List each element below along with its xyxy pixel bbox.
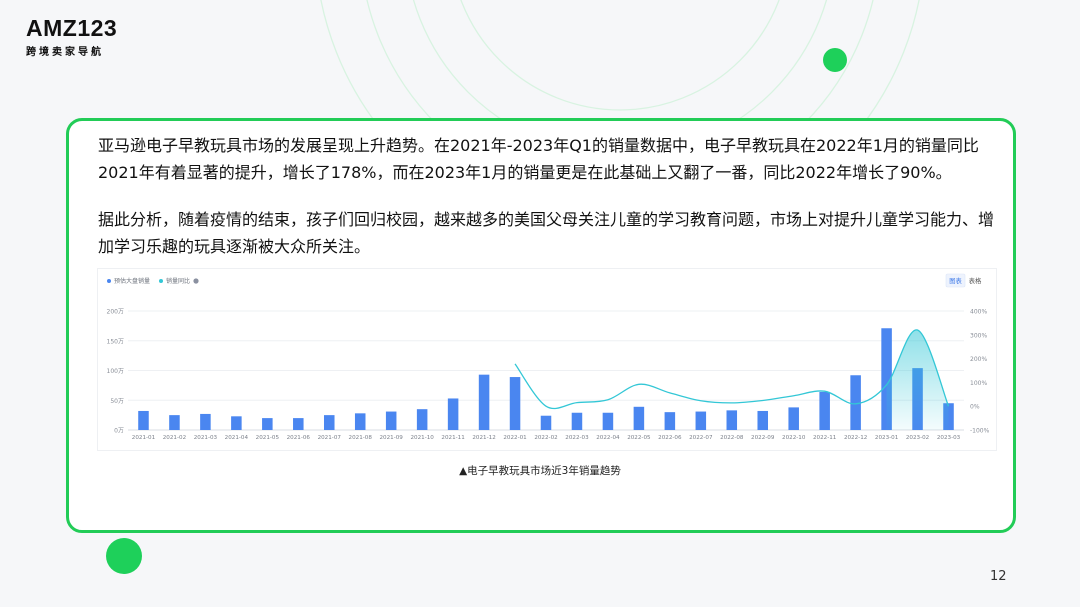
sales-trend-chart-panel: 0万 50万 100万 150万 200万 -100% 0% 100% 200% 300% 400%…	[97, 268, 997, 451]
y-right-tick-label: 400%	[970, 309, 987, 316]
bar	[757, 410, 769, 430]
y-right-tick-label: 100%	[970, 380, 987, 387]
chart-caption: ▲电子早教玩具市场近3年销量趋势	[459, 465, 621, 477]
x-tick-label: 2022-12	[844, 435, 867, 441]
x-tick-label: 2021-05	[256, 435, 280, 441]
x-tick-label: 2022-08	[720, 435, 744, 441]
x-tick-label: 2021-06	[287, 435, 311, 441]
x-tick-label: 2021-02	[163, 435, 186, 441]
info-icon	[193, 278, 199, 284]
y-left-tick-label: 100万	[107, 368, 124, 375]
brand-mark: AMZ123	[26, 15, 118, 41]
slide: AMZ123 跨境卖家导航 亚马逊电子早教玩具市场的发展呈现上升趋势。在2021…	[0, 0, 1080, 607]
bar	[447, 398, 459, 430]
bar	[231, 416, 242, 430]
x-tick-label: 2022-04	[596, 435, 620, 441]
x-tick-label: 2022-11	[813, 435, 837, 441]
legend-marker-line	[159, 279, 163, 283]
brand-logo: AMZ123 跨境卖家导航	[26, 16, 117, 58]
x-tick-label: 2022-10	[782, 435, 806, 441]
bar	[664, 412, 676, 430]
yoy-peak-area	[886, 329, 949, 430]
bar	[354, 413, 366, 430]
x-tick-label: 2021-09	[379, 435, 403, 441]
bar	[633, 406, 645, 430]
bar	[138, 410, 149, 430]
x-tick-label: 2022-05	[627, 435, 651, 441]
toggle-table: 表格	[969, 276, 982, 285]
bar	[478, 374, 490, 430]
bar	[169, 415, 180, 430]
y-right-tick-label: -100%	[970, 428, 990, 435]
legend-marker-bar	[107, 279, 111, 283]
bar	[200, 413, 211, 430]
y-left-tick-label: 150万	[107, 338, 124, 345]
legend-label: 销量同比	[166, 277, 190, 285]
y-right-tick-label: 0%	[970, 404, 980, 411]
x-tick-label: 2022-02	[534, 435, 557, 441]
bar	[509, 377, 521, 430]
x-tick-label: 2021-04	[225, 435, 249, 441]
y-right-tick-label: 200%	[970, 356, 987, 363]
x-tick-label: 2023-02	[906, 435, 929, 441]
brand-tagline: 跨境卖家导航	[26, 47, 104, 58]
x-tick-label: 2022-09	[751, 435, 775, 441]
bar	[293, 418, 304, 430]
bar	[819, 391, 830, 430]
sales-trend-chart: 0万 50万 100万 150万 200万 -100% 0% 100% 200% 300% 400%…	[107, 273, 990, 441]
x-tick-label: 2023-01	[875, 435, 899, 441]
bar	[540, 415, 552, 430]
y-left-tick-label: 0万	[114, 428, 124, 435]
paragraph-trend: 亚马逊电子早教玩具市场的发展呈现上升趋势。在2021年-2023年Q1的销量数据…	[98, 136, 979, 182]
y-left-tick-label: 200万	[107, 309, 124, 316]
x-tick-label: 2022-07	[689, 435, 713, 441]
x-tick-label: 2023-03	[937, 435, 961, 441]
paragraph-analysis: 据此分析，随着疫情的结束，孩子们回归校园，越来越多的美国父母关注儿童的学习教育问…	[98, 210, 995, 256]
decor-dot-bottom	[106, 538, 142, 574]
bar	[788, 407, 799, 430]
x-tick-label: 2021-11	[441, 435, 465, 441]
y-right-tick-label: 300%	[970, 332, 987, 339]
bar	[262, 418, 273, 430]
x-tick-label: 2021-01	[132, 435, 156, 441]
bar	[416, 409, 428, 430]
decor-dot-top	[823, 48, 847, 72]
bar	[602, 412, 614, 430]
x-tick-label: 2022-01	[503, 435, 527, 441]
x-tick-label: 2022-03	[565, 435, 589, 441]
bar	[695, 411, 707, 430]
bar	[726, 410, 738, 430]
x-tick-label: 2021-10	[410, 435, 434, 441]
x-tick-label: 2021-03	[194, 435, 218, 441]
x-tick-label: 2021-07	[318, 435, 342, 441]
x-tick-label: 2021-12	[472, 435, 495, 441]
bar	[323, 415, 335, 430]
toggle-chart: 图表	[949, 276, 962, 285]
bar	[385, 411, 397, 430]
legend-label: 预估大盘销量	[114, 277, 150, 285]
y-left-tick-label: 50万	[110, 398, 124, 405]
page-number: 12	[990, 569, 1007, 584]
x-tick-label: 2021-08	[349, 435, 373, 441]
bar	[571, 412, 583, 430]
x-tick-label: 2022-06	[658, 435, 682, 441]
